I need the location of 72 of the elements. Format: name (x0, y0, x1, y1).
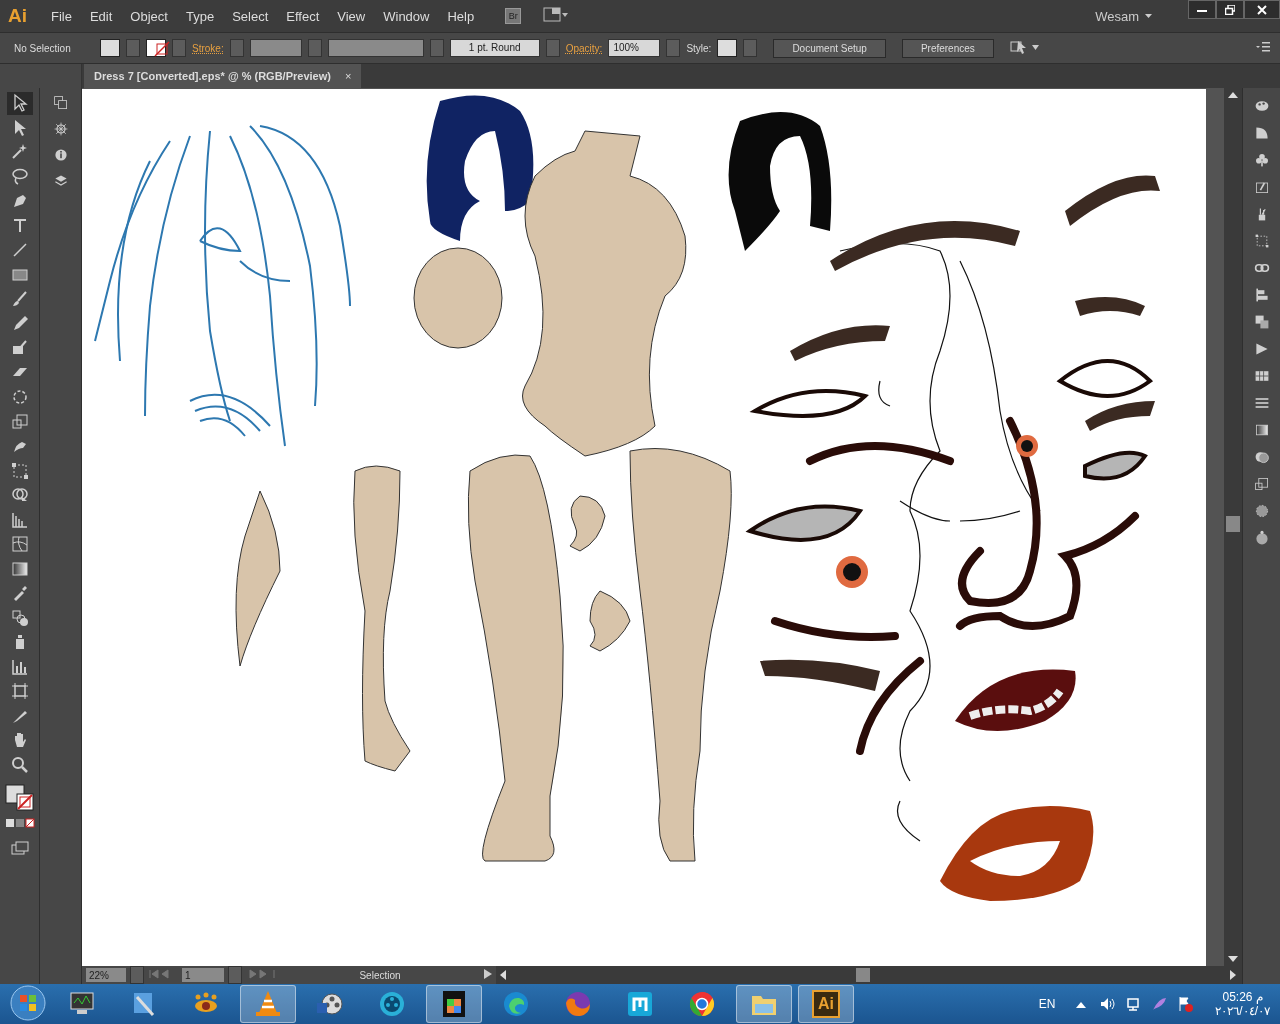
free-transform-icon (9, 460, 30, 481)
zoom-field[interactable]: 22% (86, 968, 126, 982)
taskbar-button[interactable]: Ai (798, 985, 854, 1023)
blend-tool-icon (9, 607, 30, 628)
tool-button[interactable] (6, 92, 33, 115)
menu-item[interactable]: Object (121, 8, 177, 24)
color-mode-icon[interactable] (4, 818, 35, 828)
app-logo: Ai (812, 990, 840, 1018)
scrollbar-thumb[interactable] (856, 968, 870, 982)
layout-icon[interactable] (543, 6, 570, 23)
artboard-field[interactable]: 1 (182, 968, 224, 982)
panel-menu-icon[interactable] (1256, 42, 1270, 52)
stroke-weight-field[interactable] (249, 39, 302, 57)
style-label: Style: (686, 42, 712, 54)
clock-time[interactable]: 05:26 م (1222, 990, 1263, 1004)
scale-tool-icon (9, 411, 30, 432)
m-logo-icon (625, 989, 655, 1019)
opacity-field[interactable]: 100% (608, 39, 661, 57)
workspace-switcher[interactable]: Wesam (1089, 7, 1158, 25)
menu-item[interactable]: File (42, 8, 81, 24)
menu-item[interactable]: View (328, 8, 375, 24)
opacity-label[interactable]: Opacity: (565, 42, 603, 54)
scroll-right-icon[interactable] (1230, 970, 1236, 980)
restore-icon (1225, 4, 1235, 15)
flag-icon[interactable] (1177, 996, 1194, 1012)
mesh-tool-icon (9, 534, 30, 555)
scrollbar-thumb[interactable] (1226, 516, 1240, 532)
menu-item[interactable]: Help (438, 8, 484, 24)
zoom-tool-icon (9, 754, 30, 775)
fill-swatch[interactable] (100, 39, 120, 57)
artboard-tool-icon (9, 681, 30, 702)
selection-status: No Selection (14, 42, 72, 54)
speaker-icon[interactable] (1099, 996, 1116, 1012)
app-logo: Ai (8, 5, 28, 27)
menu-item[interactable]: Select (223, 8, 278, 24)
close-icon (1257, 4, 1267, 15)
close-button[interactable] (1244, 0, 1280, 19)
caret-icon (1145, 14, 1152, 18)
minimize-button[interactable] (1188, 0, 1216, 19)
brush-field[interactable]: 1 pt. Round (449, 39, 540, 57)
stroke-label[interactable]: Stroke: (192, 42, 224, 54)
current-tool-label: Selection (358, 969, 402, 981)
hand-drawing (569, 495, 606, 552)
lasso-icon (9, 166, 30, 187)
network-icon[interactable] (1125, 996, 1142, 1012)
variable-width-field[interactable] (327, 39, 424, 57)
scroll-up-icon[interactable] (1228, 92, 1238, 98)
menu-item[interactable]: Edit (80, 8, 122, 24)
menu-item[interactable]: Type (176, 8, 224, 24)
clock-date[interactable]: ٢٠٢٦/٠٤/٠٧ (1215, 1004, 1270, 1018)
arrange-icon[interactable] (1009, 39, 1040, 55)
menu-item[interactable]: Effect (277, 8, 329, 24)
start-button[interactable] (8, 983, 48, 1022)
language-indicator[interactable]: EN (1038, 997, 1056, 1011)
scroll-down-icon[interactable] (1228, 956, 1238, 962)
menu-item[interactable]: Window (374, 8, 439, 24)
document-tab[interactable]: Dress 7 [Converted].eps* @ % (RGB/Preview) × (84, 64, 362, 88)
hand-drawing (589, 590, 631, 652)
toolbar-button[interactable]: Document Setup (773, 38, 886, 58)
screen-mode-icon[interactable] (10, 841, 29, 855)
style-swatch[interactable] (717, 39, 738, 57)
taskbar-button[interactable] (426, 985, 482, 1023)
tab-close-button[interactable]: × (344, 70, 352, 82)
play-icon[interactable] (484, 969, 492, 979)
toolbar-button[interactable]: Preferences (901, 38, 994, 58)
restore-button[interactable] (1216, 0, 1244, 19)
scroll-left-icon[interactable] (500, 970, 506, 980)
fill-stroke-swatch[interactable] (4, 784, 35, 812)
swirl-icon (501, 989, 531, 1019)
circle-logo-icon (687, 989, 717, 1019)
traffic-cone-icon (253, 989, 283, 1019)
bridge-button[interactable]: Br (505, 8, 522, 24)
